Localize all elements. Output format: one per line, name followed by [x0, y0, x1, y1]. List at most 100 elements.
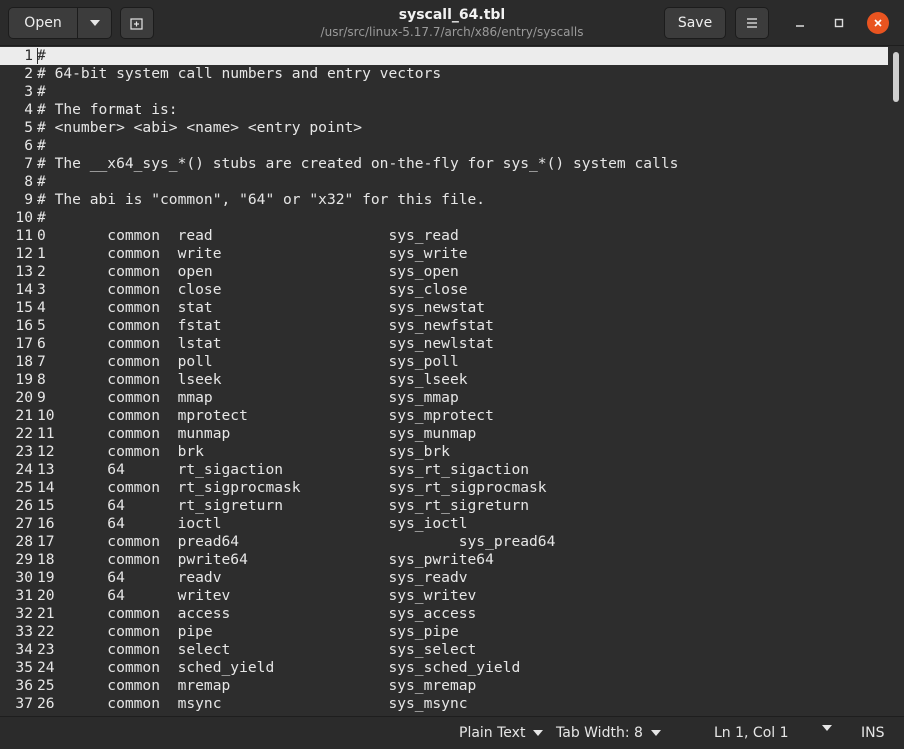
line-text: # — [37, 209, 46, 226]
text-line[interactable]: 27 16 64 ioctl sys_ioctl — [0, 515, 888, 533]
line-number: 37 — [15, 695, 33, 712]
new-tab-icon — [130, 18, 143, 30]
line-text: 24 common sched_yield sys_sched_yield — [37, 659, 521, 676]
text-line[interactable]: 37 26 common msync sys_msync — [0, 695, 888, 713]
line-text: 7 common poll sys_poll — [37, 353, 459, 370]
text-line[interactable]: 17 6 common lstat sys_newlstat — [0, 335, 888, 353]
line-text: 8 common lseek sys_lseek — [37, 371, 468, 388]
text-line[interactable]: 12 1 common write sys_write — [0, 245, 888, 263]
line-text: 17 common pread64 sys_pread64 — [37, 533, 556, 550]
text-line[interactable]: 32 21 common access sys_access — [0, 605, 888, 623]
text-line[interactable]: 23 12 common brk sys_brk — [0, 443, 888, 461]
line-text: # The format is: — [37, 101, 178, 118]
insert-mode-indicator[interactable]: INS — [861, 725, 885, 741]
line-text: 14 common rt_sigprocmask sys_rt_sigprocm… — [37, 479, 547, 496]
line-text: # The __x64_sys_*() stubs are created on… — [37, 155, 679, 172]
cursor-position[interactable]: Ln 1, Col 1 — [714, 725, 789, 741]
line-number: 28 — [15, 533, 33, 550]
text-line[interactable]: 8 # — [0, 173, 888, 191]
header-bar: Open syscall_64.tbl /usr/src/linux-5.17.… — [0, 0, 904, 46]
line-number: 18 — [15, 353, 33, 370]
text-line[interactable]: 3 # — [0, 83, 888, 101]
text-line[interactable]: 26 15 64 rt_sigreturn sys_rt_sigreturn — [0, 497, 888, 515]
text-line[interactable]: 13 2 common open sys_open — [0, 263, 888, 281]
text-line[interactable]: 14 3 common close sys_close — [0, 281, 888, 299]
line-text: # — [37, 137, 46, 154]
text-editor[interactable]: 1 #2 # 64-bit system call numbers and entr… — [0, 46, 904, 716]
text-line[interactable]: 19 8 common lseek sys_lseek — [0, 371, 888, 389]
tab-width-selector[interactable]: Tab Width: 8 — [556, 725, 661, 741]
text-line[interactable]: 11 0 common read sys_read — [0, 227, 888, 245]
text-line[interactable]: 35 24 common sched_yield sys_sched_yield — [0, 659, 888, 677]
close-button[interactable] — [867, 12, 889, 34]
text-line[interactable]: 10 # — [0, 209, 888, 227]
line-text: 3 common close sys_close — [37, 281, 468, 298]
text-cursor — [37, 48, 38, 64]
save-button[interactable]: Save — [664, 7, 726, 39]
line-number: 2 — [24, 65, 33, 82]
language-label: Plain Text — [459, 725, 526, 741]
maximize-button[interactable] — [828, 12, 850, 34]
open-menu-button[interactable] — [77, 7, 112, 39]
line-text: 6 common lstat sys_newlstat — [37, 335, 494, 352]
line-number: 10 — [15, 209, 33, 226]
text-line[interactable]: 9 # The abi is "common", "64" or "x32" fo… — [0, 191, 888, 209]
line-text: 0 common read sys_read — [37, 227, 459, 244]
text-line[interactable]: 33 22 common pipe sys_pipe — [0, 623, 888, 641]
line-text: 13 64 rt_sigaction sys_rt_sigaction — [37, 461, 530, 478]
text-line[interactable]: 5 # <number> <abi> <name> <entry point> — [0, 119, 888, 137]
vertical-scrollbar[interactable] — [890, 48, 902, 716]
language-selector[interactable]: Plain Text — [459, 725, 544, 741]
text-line[interactable]: 36 25 common mremap sys_mremap — [0, 677, 888, 695]
text-line[interactable]: 30 19 64 readv sys_readv — [0, 569, 888, 587]
text-line[interactable]: 7 # The __x64_sys_*() stubs are created o… — [0, 155, 888, 173]
line-text: 12 common brk sys_brk — [37, 443, 450, 460]
line-text: 11 common munmap sys_munmap — [37, 425, 477, 442]
text-line[interactable]: 4 # The format is: — [0, 101, 888, 119]
line-text: 20 64 writev sys_writev — [37, 587, 477, 604]
text-line[interactable]: 21 10 common mprotect sys_mprotect — [0, 407, 888, 425]
main-menu-button[interactable] — [735, 7, 769, 39]
open-button[interactable]: Open — [8, 7, 78, 39]
line-number: 26 — [15, 497, 33, 514]
line-number: 22 — [15, 425, 33, 442]
text-line[interactable]: 22 11 common munmap sys_munmap — [0, 425, 888, 443]
maximize-icon — [834, 18, 844, 28]
text-line[interactable]: 16 5 common fstat sys_newfstat — [0, 317, 888, 335]
text-line[interactable]: 18 7 common poll sys_poll — [0, 353, 888, 371]
text-line[interactable]: 29 18 common pwrite64 sys_pwrite64 — [0, 551, 888, 569]
text-line[interactable]: 34 23 common select sys_select — [0, 641, 888, 659]
line-number: 8 — [24, 173, 33, 190]
text-line[interactable]: 31 20 64 writev sys_writev — [0, 587, 888, 605]
line-number: 25 — [15, 479, 33, 496]
line-number: 5 — [24, 119, 33, 136]
line-number: 16 — [15, 317, 33, 334]
text-line[interactable]: 24 13 64 rt_sigaction sys_rt_sigaction — [0, 461, 888, 479]
line-text: # <number> <abi> <name> <entry point> — [37, 119, 363, 136]
text-line[interactable]: 25 14 common rt_sigprocmask sys_rt_sigpro… — [0, 479, 888, 497]
line-number: 7 — [24, 155, 33, 172]
text-line[interactable]: 6 # — [0, 137, 888, 155]
new-tab-button[interactable] — [120, 7, 154, 39]
scrollbar-thumb[interactable] — [893, 52, 899, 102]
line-number: 3 — [24, 83, 33, 100]
line-text: 18 common pwrite64 sys_pwrite64 — [37, 551, 494, 568]
cursor-position-menu[interactable] — [822, 725, 832, 731]
text-line[interactable]: 28 17 common pread64 sys_pread64 — [0, 533, 888, 551]
line-text: 16 64 ioctl sys_ioctl — [37, 515, 468, 532]
line-number: 33 — [15, 623, 33, 640]
chevron-down-icon — [822, 725, 832, 731]
line-number: 9 — [24, 191, 33, 208]
text-line[interactable]: 2 # 64-bit system call numbers and entry … — [0, 65, 888, 83]
hamburger-menu-icon — [747, 18, 757, 28]
minimize-button[interactable] — [789, 12, 811, 34]
line-text: # — [37, 83, 46, 100]
status-bar: Plain Text Tab Width: 8 Ln 1, Col 1 INS — [0, 716, 904, 749]
current-line[interactable]: 1 # — [0, 47, 888, 65]
line-text: 25 common mremap sys_mremap — [37, 677, 477, 694]
line-text: 5 common fstat sys_newfstat — [37, 317, 494, 334]
line-number: 29 — [15, 551, 33, 568]
line-number: 17 — [15, 335, 33, 352]
text-line[interactable]: 20 9 common mmap sys_mmap — [0, 389, 888, 407]
text-line[interactable]: 15 4 common stat sys_newstat — [0, 299, 888, 317]
